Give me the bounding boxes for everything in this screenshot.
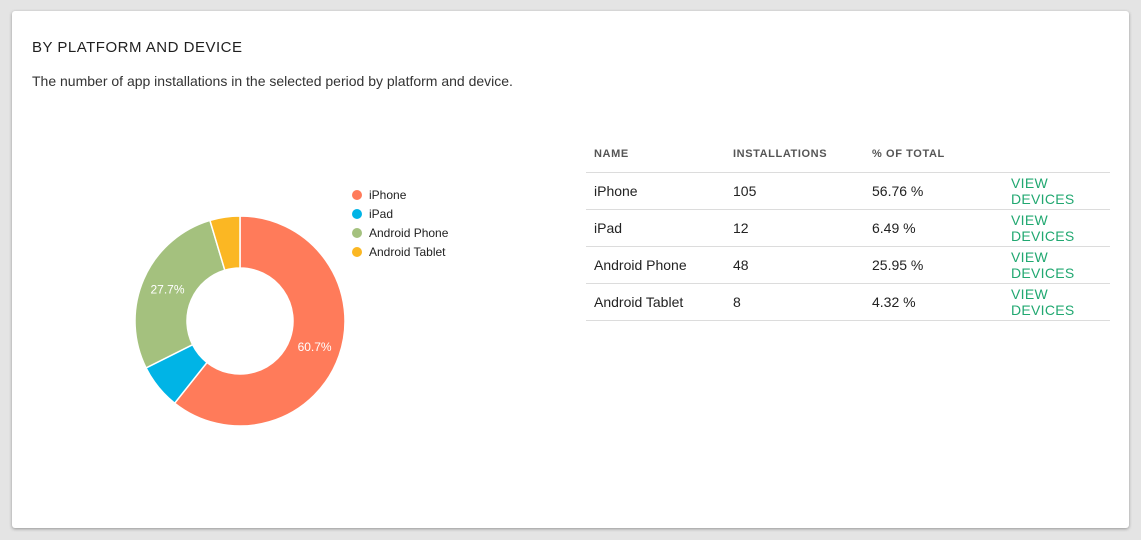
cell-percent: 25.95 % bbox=[864, 246, 1003, 284]
platform-device-card: BY PLATFORM AND DEVICE The number of app… bbox=[12, 11, 1129, 528]
view-devices-link[interactable]: VIEW DEVICES bbox=[1011, 175, 1075, 207]
header-installations: INSTALLATIONS bbox=[725, 135, 864, 173]
table-row: iPhone 105 56.76 % VIEW DEVICES bbox=[586, 172, 1110, 210]
cell-name: Android Phone bbox=[586, 246, 725, 284]
view-devices-link[interactable]: VIEW DEVICES bbox=[1011, 286, 1075, 318]
cell-installations: 48 bbox=[725, 246, 864, 284]
table-row: Android Phone 48 25.95 % VIEW DEVICES bbox=[586, 246, 1110, 284]
cell-name: iPhone bbox=[586, 172, 725, 210]
table-header-row: NAME INSTALLATIONS % OF TOTAL bbox=[586, 135, 1110, 173]
cell-percent: 4.32 % bbox=[864, 283, 1003, 321]
legend-swatch-android-phone bbox=[352, 227, 362, 238]
view-devices-link[interactable]: VIEW DEVICES bbox=[1011, 212, 1075, 244]
legend-swatch-ipad bbox=[352, 208, 362, 219]
legend-label: Android Phone bbox=[369, 225, 449, 240]
card-title: BY PLATFORM AND DEVICE bbox=[32, 39, 243, 56]
donut-chart-svg: 60.7% 27.7% bbox=[134, 215, 346, 427]
legend-item-android-phone[interactable]: Android Phone bbox=[352, 223, 448, 242]
view-devices-link[interactable]: VIEW DEVICES bbox=[1011, 249, 1075, 281]
card-description: The number of app installations in the s… bbox=[32, 73, 513, 89]
cell-percent: 56.76 % bbox=[864, 172, 1003, 210]
legend-label: Android Tablet bbox=[369, 244, 446, 259]
legend-item-android-tablet[interactable]: Android Tablet bbox=[352, 242, 448, 261]
cell-installations: 105 bbox=[725, 172, 864, 210]
header-name: NAME bbox=[586, 135, 725, 173]
header-percent: % OF TOTAL bbox=[864, 135, 1003, 173]
table-row: iPad 12 6.49 % VIEW DEVICES bbox=[586, 209, 1110, 247]
devices-table: NAME INSTALLATIONS % OF TOTAL iPhone 105… bbox=[586, 135, 1110, 321]
legend-label: iPhone bbox=[369, 187, 407, 202]
legend-item-iphone[interactable]: iPhone bbox=[352, 185, 448, 204]
cell-name: Android Tablet bbox=[586, 283, 725, 321]
slice-data-label: 60.7% bbox=[298, 340, 332, 354]
legend-label: iPad bbox=[369, 206, 394, 221]
cell-name: iPad bbox=[586, 209, 725, 247]
cell-installations: 8 bbox=[725, 283, 864, 321]
cell-installations: 12 bbox=[725, 209, 864, 247]
legend-swatch-iphone bbox=[352, 189, 362, 200]
legend-swatch-android-tablet bbox=[352, 246, 362, 257]
legend-item-ipad[interactable]: iPad bbox=[352, 204, 448, 223]
slice-data-label: 27.7% bbox=[150, 283, 184, 297]
chart-legend: iPhone iPad Android Phone Android Tablet bbox=[352, 185, 448, 261]
table-row: Android Tablet 8 4.32 % VIEW DEVICES bbox=[586, 283, 1110, 321]
cell-percent: 6.49 % bbox=[864, 209, 1003, 247]
header-action bbox=[1003, 135, 1110, 173]
